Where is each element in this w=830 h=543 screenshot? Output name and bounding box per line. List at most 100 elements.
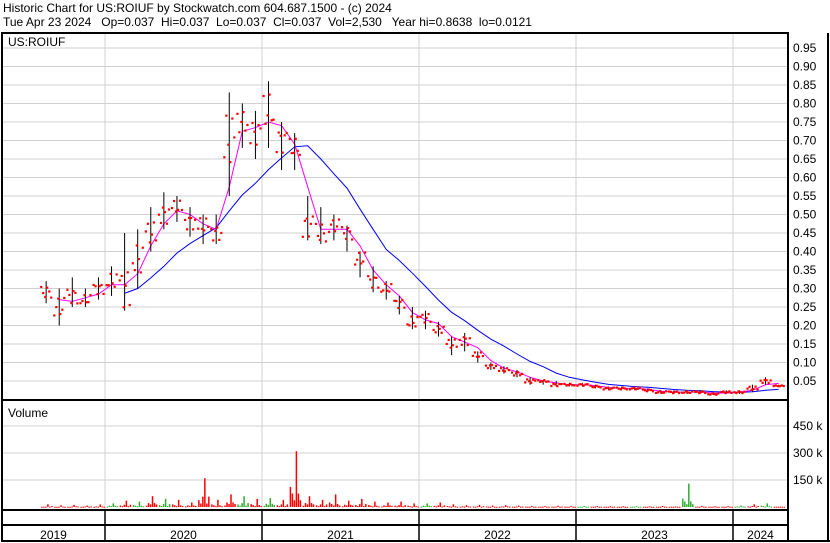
price-point [270,119,273,122]
price-point [769,379,772,382]
volume-bar [271,503,273,507]
volume-bar [398,505,400,507]
price-point [532,378,535,381]
volume-bar [535,506,537,508]
volume-bar [168,504,171,507]
year-label: 2022 [484,528,511,542]
price-point [685,390,688,393]
price-point [458,338,461,342]
price-point [57,297,60,300]
price-point [373,276,376,279]
volume-bar [646,506,649,508]
price-point [192,228,195,231]
volume-bar [151,496,154,507]
price-point [375,276,378,279]
volume-bar [58,506,60,508]
volume-bar [409,506,411,508]
volume-bar [544,506,546,508]
volume-bar [594,506,596,508]
price-point [615,386,618,389]
price-point [238,131,241,134]
volume-bar [345,505,348,507]
price-point [188,216,191,220]
volume-bar [177,499,180,507]
price-point [342,232,346,235]
price-point [87,301,90,304]
volume-bar [125,500,128,507]
volume-bar [665,506,668,508]
price-point [180,208,184,212]
price-point [556,385,559,388]
volume-bar [422,505,424,507]
volume-bar [749,506,751,508]
price-point [337,218,341,221]
volume-bar [731,506,733,508]
volume-bar [635,506,638,508]
price-point [128,303,131,307]
price-point [647,388,651,391]
price-point [107,284,110,287]
price-point [131,262,134,265]
volume-bar [75,506,77,508]
volume-bar [516,506,518,508]
price-point [362,260,365,263]
volume-bar [437,505,440,507]
price-point [765,379,768,382]
price-tick-label: 0.65 [793,152,817,166]
price-point [662,391,666,394]
volume-bar [620,506,623,508]
price-point [214,229,217,233]
volume-bar [476,506,479,508]
price-point [314,222,318,226]
price-point [503,370,507,373]
volume-bar [566,506,568,508]
volume-bar [282,499,285,507]
price-point [612,386,615,389]
price-point [630,387,633,390]
price-point [163,210,167,214]
volume-bar [712,506,714,508]
price-point [412,321,415,324]
volume-bar [284,506,287,508]
price-point [55,306,58,309]
price-point [617,387,620,390]
price-point [550,384,553,388]
price-point [229,161,232,164]
price-point [477,355,480,358]
volume-bar [77,506,79,508]
volume-bar [433,505,436,507]
price-point [262,94,265,98]
price-point [397,306,400,310]
price-point [724,391,727,395]
long-moving-average-line [124,145,779,393]
price-point [497,369,501,373]
volume-bar [596,506,598,508]
price-point [210,228,213,231]
price-point [726,391,729,394]
volume-bar [639,506,642,508]
volume-bar [95,506,97,508]
price-point [133,269,136,272]
price-point [231,117,234,120]
volume-bar [631,506,634,508]
price-point [499,367,503,370]
price-point [403,306,406,309]
volume-bar [428,505,430,507]
price-point [367,275,370,278]
volume-bar [585,506,587,508]
price-point [513,374,516,377]
price-point [667,390,671,393]
volume-bar [195,505,197,507]
price-point [281,151,284,154]
volume-bar [243,496,245,507]
price-point [377,286,380,289]
price-point [554,383,557,386]
price-point [176,208,180,211]
price-point [150,233,153,236]
volume-bar [740,505,742,507]
price-point [501,369,505,372]
volume-bar [770,506,773,508]
volume-bar [90,506,92,508]
price-point [660,391,664,394]
volume-bar [557,505,559,507]
